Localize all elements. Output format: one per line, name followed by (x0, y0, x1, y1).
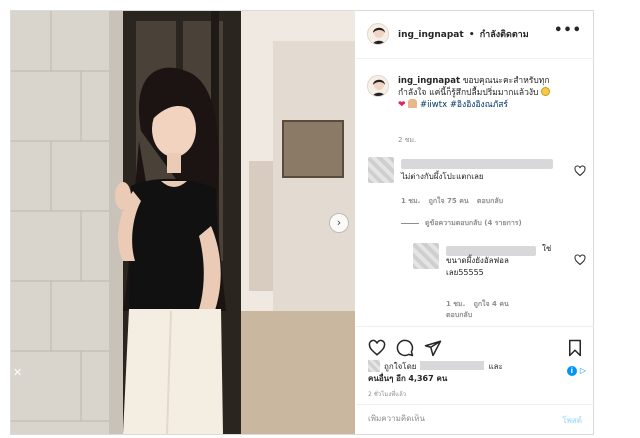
reply-text: ใช่ ขนาดผึ้งยังอัลฟอล เลย55555 (446, 243, 576, 279)
reply-text-line3: เลย55555 (446, 268, 484, 277)
likes-and: และ (488, 362, 503, 371)
liker-avatar-blurred (368, 360, 380, 372)
reply-likes-count[interactable]: ถูกใจ 4 คน (474, 300, 509, 308)
likes-summary[interactable]: ถูกใจโดย และ คนอื่นๆ อีก 4,367 คน (368, 360, 588, 385)
comment-time[interactable]: 1 ชม. (401, 197, 420, 205)
reply-time[interactable]: 1 ชม. (446, 300, 465, 308)
caption-timestamp[interactable]: 2 ชม. (398, 135, 416, 146)
share-icon[interactable] (424, 339, 442, 357)
view-replies-button[interactable]: ดูข้อความตอบกลับ (4 รายการ) (401, 218, 522, 229)
comment-likes-count[interactable]: ถูกใจ 75 คน (429, 197, 469, 205)
replies-divider (401, 222, 419, 224)
author-username-link[interactable]: ing_ingnapat (398, 30, 464, 40)
caption-username[interactable]: ing_ingnapat (398, 76, 460, 86)
post-header: ing_ingnapat • กำลังติดตาม ••• (356, 11, 594, 59)
view-replies-label: ดูข้อความตอบกลับ (4 รายการ) (425, 219, 522, 227)
post-photo[interactable]: › ✕ (11, 11, 355, 434)
photo-illustration (11, 11, 355, 434)
author-avatar[interactable] (367, 23, 389, 45)
reply-text-line2: ขนาดผึ้งยังอัลฟอล (446, 256, 509, 265)
comment-meta: 1 ชม. ถูกใจ 75 คน ตอบกลับ (401, 196, 509, 207)
sad-face-emoji-icon (541, 87, 551, 96)
reply-like-heart-icon[interactable] (574, 254, 586, 266)
author-avatar-image (368, 24, 388, 44)
add-comment-bar: โพสต์ (356, 404, 594, 434)
add-comment-input[interactable] (368, 414, 538, 423)
reply-reply-button[interactable]: ตอบกลับ (446, 311, 472, 319)
commenter-avatar-blurred[interactable] (368, 157, 394, 183)
post-comment-button[interactable]: โพสต์ (562, 414, 582, 427)
caption-line1: ขอบคุณนะคะสำหรับทุก (462, 76, 550, 86)
liker-name-blurred (420, 361, 485, 370)
caption-line2: กำลังใจ แค่นี้ก็รู้สึกปลื้มปริ่มมากแล้วง… (398, 88, 539, 98)
post-time-ago[interactable]: 2 ชั่วโมงที่แล้ว (368, 389, 406, 399)
more-horizontal-icon[interactable]: ••• (554, 23, 582, 38)
caption-text: ing_ingnapat ขอบคุณนะคะสำหรับทุก กำลังใจ… (398, 75, 586, 111)
likes-others-count: 4,367 คน (408, 374, 448, 383)
heart-icon[interactable] (368, 339, 386, 357)
commenter-username-blurred (401, 159, 553, 169)
post-actions (356, 326, 594, 362)
comment-reply-button[interactable]: ตอบกลับ (477, 197, 503, 205)
reply-meta: 1 ชม. ถูกใจ 4 คน ตอบกลับ (446, 299, 526, 321)
replier-avatar-blurred[interactable] (413, 243, 439, 269)
close-icon[interactable]: ✕ (13, 366, 23, 379)
caption-avatar[interactable] (367, 75, 389, 97)
comment-icon[interactable] (396, 339, 414, 357)
reply-text-suffix: ใช่ (542, 244, 552, 253)
caption-avatar-image (368, 76, 388, 96)
pray-emoji-icon (408, 99, 418, 108)
heart-emoji-icon: ❤ (398, 100, 406, 110)
following-button[interactable]: กำลังติดตาม (480, 30, 529, 40)
caption-hashtags[interactable]: #iiwtx #อิงอิงอิงณภัสร์ (420, 100, 508, 110)
post-sidebar: ing_ingnapat • กำลังติดตาม ••• ing_ingna… (356, 11, 594, 434)
header-author: ing_ingnapat • กำลังติดตาม (398, 27, 529, 41)
comment-like-heart-icon[interactable] (574, 165, 586, 177)
instagram-post: › ✕ ing_ingnapat • กำลังติดตาม ••• ing_i… (10, 10, 594, 435)
ad-choices-icon[interactable]: i ▷ (566, 366, 586, 376)
comment-text: ไม่ต่างกับผึ้งโปะแตกเลย (401, 172, 484, 181)
bookmark-icon[interactable] (566, 339, 584, 357)
liked-by-prefix: ถูกใจโดย (384, 362, 417, 371)
likes-others-prefix: คนอื่นๆ อีก (368, 374, 406, 383)
header-separator: • (468, 30, 475, 40)
next-photo-button[interactable]: › (329, 213, 349, 233)
